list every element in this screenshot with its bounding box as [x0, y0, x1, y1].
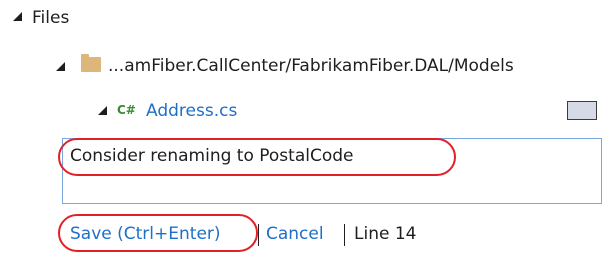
separator [258, 224, 259, 246]
separator [344, 224, 345, 246]
expand-triangle-icon[interactable] [56, 62, 65, 71]
folder-path-label[interactable]: ...amFiber.CallCenter/FabrikamFiber.DAL/… [108, 54, 514, 78]
code-review-panel: Files ...amFiber.CallCenter/FabrikamFibe… [0, 0, 602, 258]
line-number-label: Line 14 [354, 224, 417, 244]
expand-triangle-icon[interactable] [98, 106, 107, 115]
comment-toggle-box[interactable] [567, 101, 597, 120]
expand-triangle-icon[interactable] [13, 12, 22, 21]
comment-text[interactable]: Consider renaming to PostalCode [70, 144, 354, 168]
files-node-label[interactable]: Files [32, 6, 69, 30]
csharp-file-icon: C# [117, 103, 136, 117]
save-button[interactable]: Save (Ctrl+Enter) [70, 222, 221, 246]
folder-icon [81, 54, 101, 72]
file-name-link[interactable]: Address.cs [146, 99, 237, 123]
cancel-button[interactable]: Cancel [266, 222, 324, 246]
